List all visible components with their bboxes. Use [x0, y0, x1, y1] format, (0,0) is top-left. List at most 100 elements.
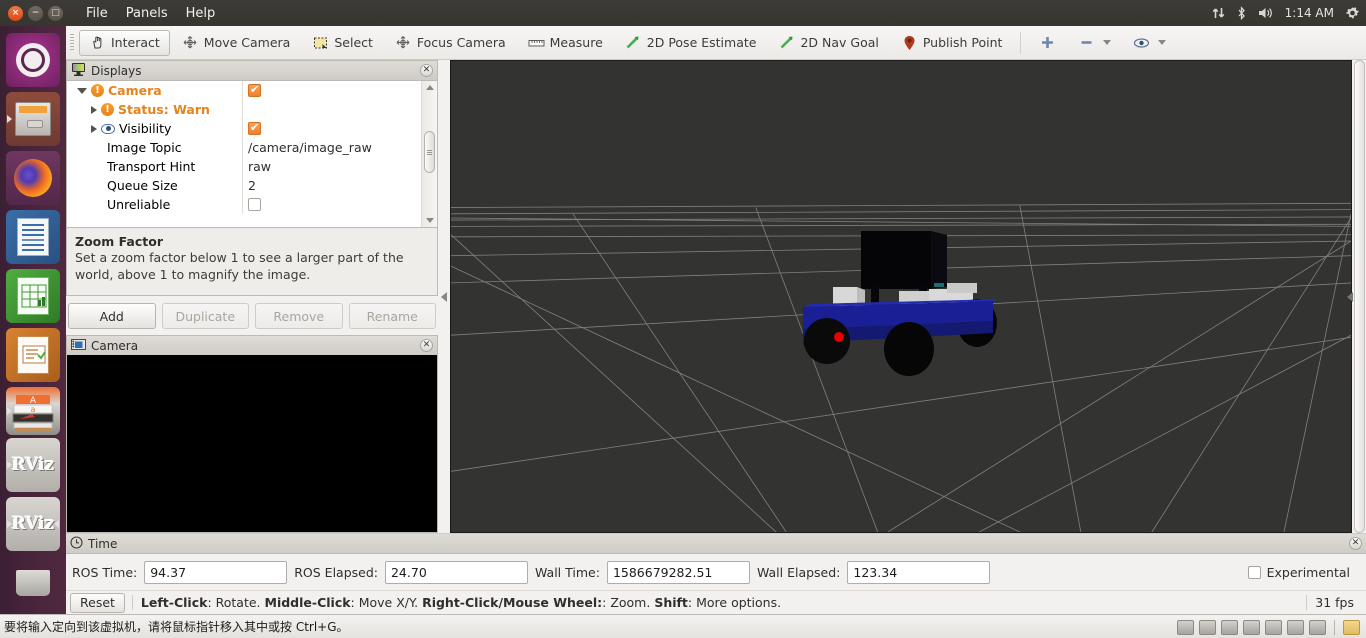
tool-publish-point[interactable]: Publish Point — [891, 30, 1013, 56]
displays-tree: ! Camera ! Status: Warn — [66, 80, 438, 228]
tool-visibility-button[interactable] — [1123, 30, 1176, 56]
collapse-right-icon[interactable] — [1346, 291, 1353, 302]
clock[interactable]: 1:14 AM — [1285, 6, 1334, 20]
chevron-right-icon[interactable] — [91, 124, 97, 133]
close-icon[interactable]: × — [8, 5, 23, 21]
tree-item-label: Image Topic — [107, 140, 182, 155]
usb-icon[interactable] — [1287, 619, 1304, 635]
tree-item-transport-hint[interactable]: Transport Hint — [67, 159, 242, 174]
reset-button[interactable]: Reset — [70, 592, 125, 613]
table-row[interactable]: ! Status: Warn — [67, 100, 421, 119]
dock-splitter[interactable] — [438, 60, 450, 533]
close-icon[interactable]: ✕ — [420, 339, 433, 352]
table-row[interactable]: Transport Hint raw — [67, 157, 421, 176]
wall-elapsed-field[interactable]: 123.34 — [847, 560, 991, 584]
printer-icon[interactable] — [1243, 619, 1260, 635]
chevron-down-icon[interactable] — [1158, 40, 1167, 45]
duplicate-button[interactable]: Duplicate — [161, 303, 249, 329]
floppy-icon[interactable] — [1309, 619, 1326, 635]
network-updown-icon[interactable] — [1212, 6, 1225, 20]
launcher-item-software-stack[interactable]: A a — [6, 387, 60, 435]
tree-item-queue-size[interactable]: Queue Size — [67, 178, 242, 193]
rename-button[interactable]: Rename — [348, 303, 436, 329]
scroll-down-icon[interactable] — [425, 218, 434, 223]
maximize-icon[interactable]: □ — [48, 5, 63, 21]
tool-interact[interactable]: Interact — [79, 29, 170, 56]
toolbar-grip[interactable] — [68, 33, 76, 52]
remove-tool-button[interactable] — [1068, 30, 1121, 56]
network-icon[interactable] — [1221, 619, 1238, 635]
scrollbar-thumb[interactable] — [424, 131, 435, 173]
unreliable-checkbox[interactable] — [248, 198, 261, 211]
menu-file[interactable]: File — [77, 3, 117, 24]
tool-select[interactable]: Select — [302, 30, 383, 56]
tree-item-visibility[interactable]: Visibility — [67, 121, 242, 136]
disk-icon[interactable] — [1177, 619, 1194, 635]
displays-vertical-scrollbar[interactable] — [421, 81, 437, 227]
scroll-up-icon[interactable] — [425, 85, 434, 90]
table-row[interactable]: ! Camera — [67, 81, 421, 100]
launcher-item-ubuntu-dash[interactable] — [6, 33, 60, 87]
experimental-checkbox[interactable] — [1247, 565, 1261, 579]
sound-icon[interactable] — [1265, 619, 1282, 635]
launcher-item-rviz-1[interactable]: RViz — [6, 438, 60, 492]
3d-render-view[interactable] — [450, 60, 1352, 533]
close-icon[interactable]: ✕ — [420, 64, 433, 77]
launcher-item-libreoffice-impress[interactable] — [6, 328, 60, 382]
visibility-checkbox[interactable] — [248, 121, 261, 135]
launcher-item-files[interactable] — [6, 92, 60, 146]
wall-time-field[interactable]: 1586679282.51 — [606, 560, 750, 584]
add-tool-button[interactable] — [1029, 30, 1066, 56]
remove-button[interactable]: Remove — [255, 303, 343, 329]
chevron-right-icon[interactable] — [91, 105, 97, 114]
add-button[interactable]: Add — [68, 303, 156, 329]
tree-item-camera[interactable]: ! Camera — [67, 83, 242, 98]
camera-image-view[interactable] — [66, 355, 438, 533]
tree-item-image-topic[interactable]: Image Topic — [67, 140, 242, 155]
tree-item-status[interactable]: ! Status: Warn — [67, 102, 242, 117]
chevron-down-icon[interactable] — [1103, 40, 1112, 45]
tool-label: Move Camera — [203, 35, 291, 50]
shared-folder-icon[interactable] — [1343, 619, 1360, 635]
scrollbar-track[interactable] — [424, 93, 435, 215]
tree-item-unreliable[interactable]: Unreliable — [67, 197, 242, 212]
launcher-item-firefox[interactable] — [6, 151, 60, 205]
image-topic-value[interactable]: /camera/image_raw — [242, 138, 421, 157]
tree-item-label: Visibility — [119, 121, 172, 136]
rviz-body: Displays ✕ ! Camera ✔ ! Status: Warn Vis… — [66, 60, 1366, 533]
right-view-scrollbar[interactable] — [1346, 60, 1366, 533]
table-row[interactable]: Unreliable — [67, 195, 421, 214]
scrollbar-thumb[interactable] — [1346, 60, 1365, 533]
collapse-left-icon[interactable] — [441, 291, 447, 302]
time-fields-row: ROS Time: 94.37 ROS Elapsed: 24.70 Wall … — [66, 554, 1366, 590]
tool-move-camera[interactable]: Move Camera — [172, 30, 301, 56]
bluetooth-icon[interactable] — [1236, 5, 1247, 21]
ros-elapsed-field[interactable]: 24.70 — [384, 560, 528, 584]
tool-2d-nav-goal[interactable]: 2D Nav Goal — [768, 30, 888, 56]
experimental-option[interactable]: Experimental — [1247, 565, 1360, 580]
launcher-item-libreoffice-writer[interactable] — [6, 210, 60, 264]
gear-icon[interactable] — [1345, 6, 1360, 21]
launcher-item-rviz-2[interactable]: RViz — [6, 497, 60, 551]
cd-icon[interactable] — [1199, 619, 1216, 635]
queue-size-value[interactable]: 2 — [242, 176, 421, 195]
tool-measure[interactable]: Measure — [518, 30, 613, 56]
chevron-down-icon[interactable] — [77, 87, 87, 94]
table-row[interactable]: Queue Size 2 — [67, 176, 421, 195]
minimize-icon[interactable]: − — [28, 5, 43, 21]
table-row[interactable]: Image Topic /camera/image_raw — [67, 138, 421, 157]
camera-enabled-checkbox[interactable] — [248, 83, 261, 97]
table-row[interactable]: Visibility — [67, 119, 421, 138]
menu-panels[interactable]: Panels — [117, 3, 177, 24]
menu-help[interactable]: Help — [177, 3, 225, 24]
eye-icon — [1133, 34, 1150, 51]
hint-part: Shift — [654, 595, 688, 610]
volume-icon[interactable] — [1258, 6, 1274, 20]
launcher-item-trash[interactable] — [6, 556, 60, 610]
tool-2d-pose-estimate[interactable]: 2D Pose Estimate — [615, 30, 767, 56]
transport-hint-value[interactable]: raw — [242, 157, 421, 176]
launcher-item-libreoffice-calc[interactable] — [6, 269, 60, 323]
ros-time-field[interactable]: 94.37 — [144, 560, 288, 584]
close-icon[interactable]: ✕ — [1349, 537, 1362, 550]
tool-focus-camera[interactable]: Focus Camera — [385, 30, 516, 56]
